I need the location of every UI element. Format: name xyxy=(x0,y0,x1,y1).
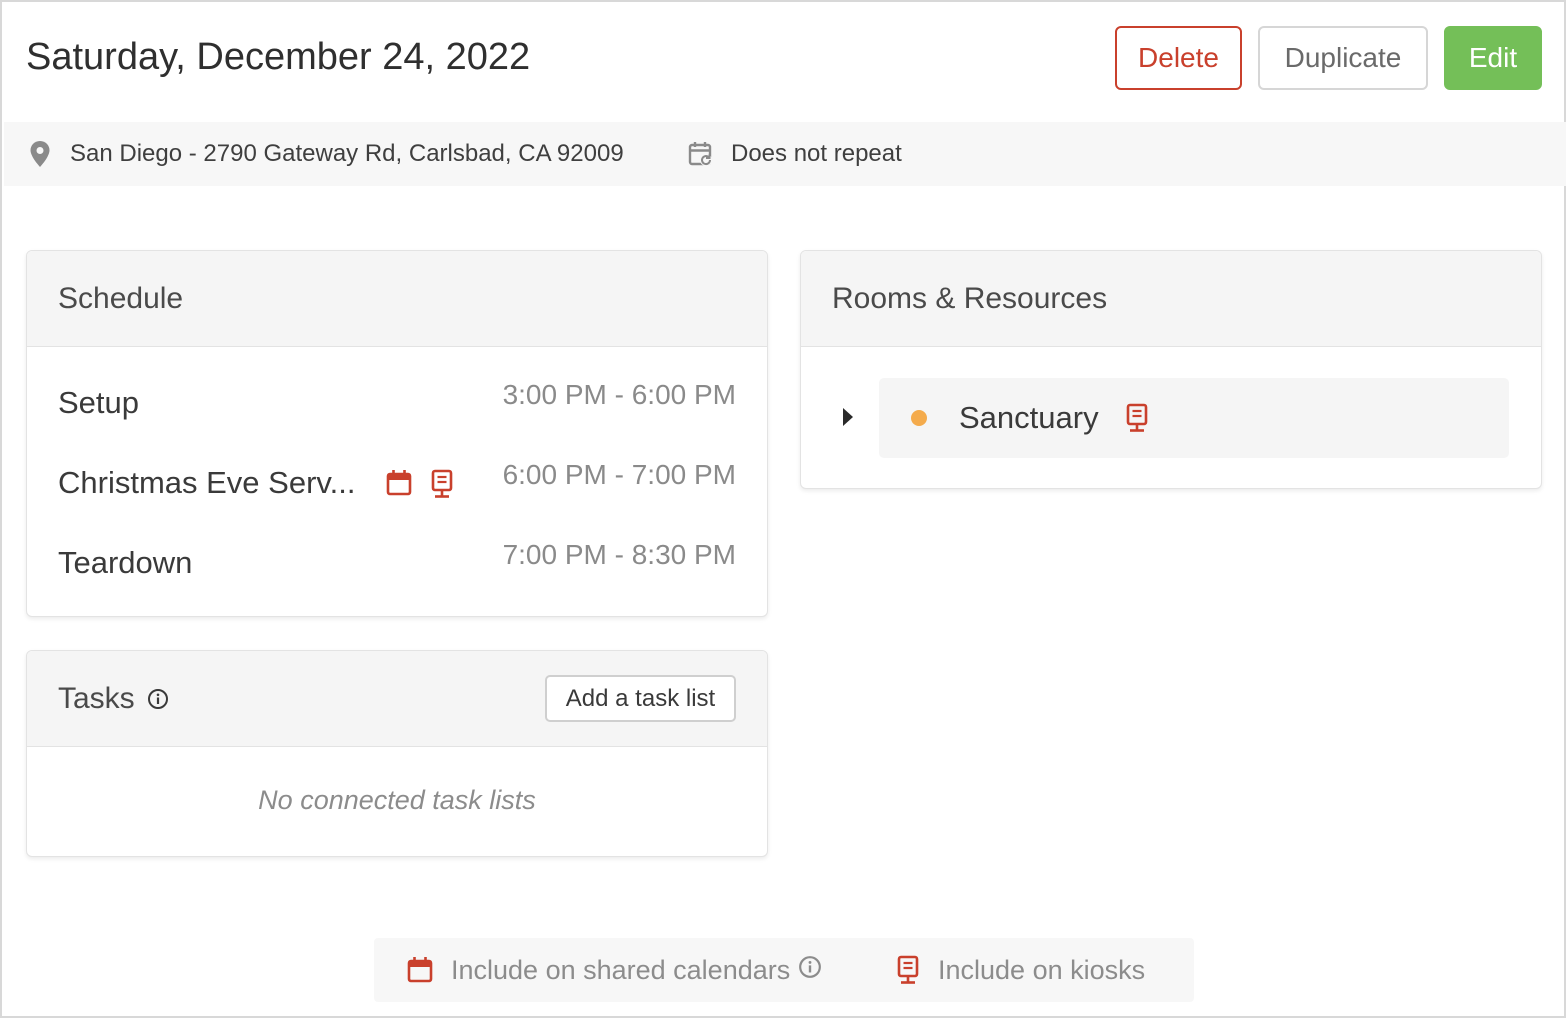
empty-task-message: No connected task lists xyxy=(258,785,536,815)
schedule-header: Schedule xyxy=(27,251,767,347)
schedule-item-time: 3:00 PM - 6:00 PM xyxy=(502,379,736,410)
page-title: Saturday, December 24, 2022 xyxy=(26,36,531,78)
calendar-icon xyxy=(407,957,433,983)
kiosk-icon xyxy=(897,955,919,984)
location-info: San Diego - 2790 Gateway Rd, Carlsbad, C… xyxy=(28,122,624,186)
repeat-text: Does not repeat xyxy=(731,140,902,167)
kiosk-icon xyxy=(431,469,453,498)
caret-right-icon[interactable] xyxy=(843,408,853,426)
calendar-icon xyxy=(386,470,412,496)
schedule-item-flags xyxy=(386,469,454,499)
repeat-calendar-icon xyxy=(688,142,712,166)
tasks-card: Tasks Add a task list No connected task … xyxy=(26,650,768,857)
delete-button[interactable]: Delete xyxy=(1115,26,1242,90)
location-pin-icon xyxy=(30,141,50,167)
schedule-item-name: Christmas Eve Serv... xyxy=(58,465,356,500)
duplicate-button[interactable]: Duplicate xyxy=(1258,26,1428,90)
room-name: Sanctuary xyxy=(959,400,1099,435)
room-item[interactable]: Sanctuary xyxy=(879,378,1509,458)
edit-button[interactable]: Edit xyxy=(1444,26,1542,90)
schedule-item-time: 6:00 PM - 7:00 PM xyxy=(502,459,736,490)
tasks-header: Tasks Add a task list xyxy=(27,651,767,747)
schedule-item[interactable]: Christmas Eve Serv... 6:00 PM - 7:00 PM xyxy=(58,447,736,527)
schedule-title: Schedule xyxy=(58,281,184,315)
schedule-card: Schedule Setup 3:00 PM - 6:00 PM Christm… xyxy=(26,250,768,617)
legend-calendars-label: Include on shared calendars xyxy=(451,954,791,985)
kiosk-icon xyxy=(1126,403,1148,432)
add-task-list-button[interactable]: Add a task list xyxy=(545,675,736,722)
event-info-bar: San Diego - 2790 Gateway Rd, Carlsbad, C… xyxy=(4,122,1566,186)
rooms-header: Rooms & Resources xyxy=(801,251,1541,347)
schedule-item-name: Teardown xyxy=(58,545,193,580)
info-icon[interactable] xyxy=(147,688,169,710)
info-icon[interactable] xyxy=(798,955,822,979)
schedule-item[interactable]: Setup 3:00 PM - 6:00 PM xyxy=(58,367,736,447)
rooms-title: Rooms & Resources xyxy=(832,281,1108,315)
schedule-item-time: 7:00 PM - 8:30 PM xyxy=(502,539,736,570)
schedule-item[interactable]: Teardown 7:00 PM - 8:30 PM xyxy=(58,527,736,607)
legend-bar: Include on shared calendars Include on k… xyxy=(374,938,1194,1002)
room-status-dot xyxy=(911,410,927,426)
legend-kiosks-label: Include on kiosks xyxy=(938,954,1146,985)
location-text: San Diego - 2790 Gateway Rd, Carlsbad, C… xyxy=(70,140,624,167)
rooms-resources-card: Rooms & Resources Sanctuary xyxy=(800,250,1542,489)
legend-shared-calendars: Include on shared calendars xyxy=(407,938,822,1002)
event-detail-window: Saturday, December 24, 2022 Delete Dupli… xyxy=(0,0,1566,1018)
tasks-title: Tasks xyxy=(58,681,135,715)
legend-kiosks: Include on kiosks xyxy=(896,938,1145,1002)
repeat-info: Does not repeat xyxy=(688,122,902,186)
schedule-item-name: Setup xyxy=(58,385,140,420)
